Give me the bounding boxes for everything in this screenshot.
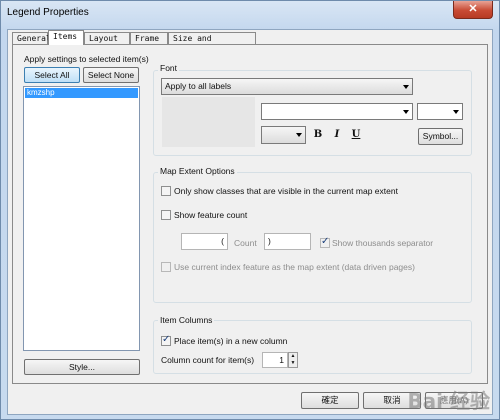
- show-thousands-checkbox[interactable]: [320, 236, 330, 248]
- show-feature-count-label: Show feature count: [174, 210, 248, 220]
- tab-layout[interactable]: Layout: [84, 32, 130, 44]
- window-title: Legend Properties: [7, 7, 89, 18]
- tab-general[interactable]: General: [12, 32, 51, 44]
- spin-up-icon[interactable]: ▲: [289, 353, 297, 360]
- count-suffix-value: ): [268, 236, 271, 246]
- italic-button[interactable]: I: [331, 129, 343, 141]
- select-none-button[interactable]: Select None: [83, 67, 139, 83]
- chevron-down-icon: [296, 133, 302, 137]
- font-color-combo[interactable]: [261, 126, 306, 144]
- bold-button[interactable]: B: [312, 129, 324, 141]
- watermark: Bai 经验: [407, 389, 490, 413]
- map-extent-group-label: Map Extent Options: [158, 166, 237, 176]
- list-item[interactable]: kmzshp: [25, 88, 138, 98]
- count-label: Count: [234, 238, 257, 248]
- style-button[interactable]: Style...: [24, 359, 140, 375]
- chevron-down-icon: [403, 110, 409, 114]
- only-show-classes-checkbox[interactable]: [161, 186, 171, 196]
- font-name-combo[interactable]: [261, 103, 413, 120]
- title-bar: Legend Properties ✕: [1, 1, 499, 27]
- show-thousands-label: Show thousands separator: [332, 238, 434, 248]
- show-feature-count-checkbox[interactable]: [161, 210, 171, 220]
- count-prefix-value: (: [221, 236, 224, 246]
- tab-size-and-position[interactable]: Size and Position: [168, 32, 256, 55]
- spin-down-icon[interactable]: ▼: [289, 360, 297, 367]
- column-count-spinner[interactable]: ▲ ▼: [288, 352, 298, 368]
- only-show-classes-label: Only show classes that are visible in th…: [174, 186, 398, 196]
- apply-labels-combo-value: Apply to all labels: [165, 81, 232, 91]
- font-group-label: Font: [158, 63, 180, 73]
- column-count-input[interactable]: 1: [262, 352, 288, 368]
- count-prefix-field[interactable]: (: [181, 233, 228, 250]
- legend-items-list[interactable]: kmzshp: [23, 86, 140, 351]
- place-new-column-label: Place item(s) in a new column: [174, 336, 288, 346]
- item-columns-group-label: Item Columns: [158, 315, 215, 325]
- apply-settings-label: Apply settings to selected item(s): [24, 54, 149, 64]
- use-index-feature-checkbox[interactable]: [161, 262, 171, 272]
- underline-button[interactable]: U: [350, 129, 362, 141]
- ok-button[interactable]: 確定: [301, 392, 359, 409]
- column-count-label: Column count for item(s): [161, 355, 255, 365]
- font-preview: [162, 97, 255, 147]
- count-suffix-field[interactable]: ): [264, 233, 311, 250]
- symbol-button[interactable]: Symbol...: [418, 128, 463, 145]
- apply-labels-combo[interactable]: Apply to all labels: [161, 78, 413, 95]
- use-index-feature-label: Use current index feature as the map ext…: [174, 262, 415, 272]
- chevron-down-icon: [453, 110, 459, 114]
- chevron-down-icon: [403, 85, 409, 89]
- item-columns-group: [153, 320, 472, 374]
- tab-items[interactable]: Items: [48, 30, 84, 45]
- tab-frame[interactable]: Frame: [130, 32, 168, 44]
- close-button[interactable]: ✕: [453, 1, 493, 19]
- font-size-combo[interactable]: [417, 103, 463, 120]
- select-all-button[interactable]: Select All: [24, 67, 80, 83]
- place-new-column-checkbox[interactable]: [161, 334, 171, 346]
